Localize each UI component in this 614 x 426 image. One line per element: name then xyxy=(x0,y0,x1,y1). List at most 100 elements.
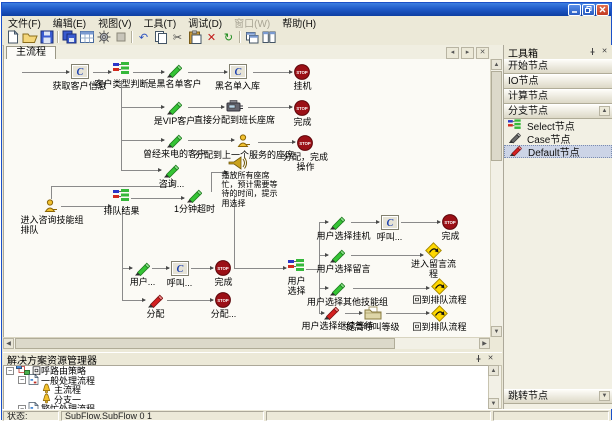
svg-text:STOP: STOP xyxy=(296,106,308,111)
menu-item-view[interactable]: 视图(V) xyxy=(92,15,137,30)
svg-text:STOP: STOP xyxy=(299,141,311,146)
connector-line xyxy=(122,268,132,269)
connector-line xyxy=(188,140,234,141)
menu-item-help[interactable]: 帮助(H) xyxy=(276,15,322,30)
scroll-up-icon[interactable]: ▲ xyxy=(491,59,502,70)
restore-icon[interactable] xyxy=(582,4,595,16)
toolbox-scroll-down-icon[interactable]: ▼ xyxy=(599,391,610,401)
copy-icon[interactable] xyxy=(152,30,169,45)
window-tile-icon[interactable] xyxy=(260,30,277,45)
svg-text:STOP: STOP xyxy=(217,298,229,303)
pin-icon[interactable] xyxy=(473,354,484,364)
cut-icon[interactable]: ✂ xyxy=(169,30,186,45)
open-folder-icon[interactable] xyxy=(21,30,38,45)
toolbox-category-4[interactable]: 分支节点▲ xyxy=(504,104,612,119)
connector-line xyxy=(131,198,184,199)
svg-text:C: C xyxy=(77,67,84,78)
refresh-icon[interactable]: ↻ xyxy=(220,30,237,45)
flow-node-label: 是VIP客户 xyxy=(154,116,196,126)
close-icon[interactable] xyxy=(596,4,609,16)
connector-line xyxy=(401,222,440,223)
toolbox-category-jump[interactable]: 跳转节点▼ xyxy=(504,389,612,404)
tree-expander-icon[interactable]: − xyxy=(18,376,26,384)
scroll-left-icon[interactable]: ◀ xyxy=(3,338,14,349)
tab-scroll-right-icon[interactable]: ▸ xyxy=(461,47,474,59)
project-properties-icon[interactable] xyxy=(78,30,95,45)
flowdoc-icon xyxy=(28,402,39,409)
flow-node-label: 完成 xyxy=(441,231,459,241)
close-panel-icon[interactable]: ✕ xyxy=(485,354,496,364)
scrollbar-corner xyxy=(490,337,502,349)
flow-node-label: 用户选择留言 xyxy=(316,264,370,274)
connector-line xyxy=(351,222,379,223)
toolbar-separator xyxy=(131,31,133,43)
flowchart-canvas[interactable]: C获取客户信息客户类型判断是黑名单客户C黑名单入库STOP挂机是VIP客户直接分… xyxy=(3,59,491,337)
flow-node-label: 呼叫... xyxy=(377,232,403,242)
status-cell-1: 状态: xyxy=(3,411,59,421)
flow-node-label: 回到排队流程 xyxy=(412,322,466,332)
new-file-icon[interactable] xyxy=(4,30,21,45)
pin-icon[interactable] xyxy=(587,47,598,57)
connector-line xyxy=(167,300,213,301)
scroll-up-icon[interactable]: ▲ xyxy=(488,365,499,376)
svg-text:C: C xyxy=(235,67,242,78)
explorer-scrollbar[interactable]: ▲ ▼ xyxy=(488,365,502,409)
undo-icon[interactable]: ↶ xyxy=(135,30,152,45)
tab-close-icon[interactable]: ✕ xyxy=(476,47,489,59)
save-icon[interactable] xyxy=(38,30,55,45)
flow-node-label: 直接分配到班长座席 xyxy=(194,115,275,125)
tab-main-flow[interactable]: 主流程 xyxy=(6,46,56,59)
flow-node-label: 分配，完成操作 xyxy=(282,152,330,173)
connector-line xyxy=(22,72,69,73)
toolbox-category-3[interactable]: 计算节点 xyxy=(504,89,612,104)
build-icon[interactable] xyxy=(95,30,112,45)
flow-node-label: 分配... xyxy=(211,309,237,319)
paste-icon[interactable] xyxy=(186,30,203,45)
select-icon xyxy=(288,259,304,277)
connector-line xyxy=(253,72,292,73)
stop-icon[interactable] xyxy=(112,30,129,45)
flow-node-label: 排队结果 xyxy=(103,206,139,216)
toolbox-scroll-up-icon[interactable]: ▲ xyxy=(599,106,610,116)
horizontal-scroll-thumb[interactable] xyxy=(15,338,395,349)
toolbar-separator xyxy=(239,31,241,43)
pen-red-icon xyxy=(509,142,525,161)
select-icon xyxy=(113,189,129,207)
app-window: 文件(F)编辑(E)视图(V)工具(T)调试(D)窗口(W)帮助(H) ↶✂✕↻… xyxy=(1,2,612,420)
flow-node-label: 是黑名单客户 xyxy=(147,79,201,89)
svg-text:C: C xyxy=(177,264,184,275)
scroll-right-icon[interactable]: ▶ xyxy=(479,338,490,349)
flow-node-label: 回到排队流程 xyxy=(412,295,466,305)
connector-line xyxy=(122,300,145,301)
menu-item-window[interactable]: 窗口(W) xyxy=(228,15,276,30)
minimize-icon[interactable] xyxy=(568,4,581,16)
menu-item-file[interactable]: 文件(F) xyxy=(2,15,47,30)
toolbox-category-2[interactable]: IO节点 xyxy=(504,74,612,89)
connector-line xyxy=(248,107,292,108)
toolbox-category-1[interactable]: 开始节点 xyxy=(504,59,612,74)
connector-line xyxy=(188,72,227,73)
tree-expander-icon[interactable]: − xyxy=(6,367,14,375)
menu-item-edit[interactable]: 编辑(E) xyxy=(47,15,92,30)
canvas-vertical-scrollbar[interactable]: ▲ ▼ xyxy=(490,59,503,337)
vertical-scroll-thumb[interactable] xyxy=(491,71,502,161)
connector-line xyxy=(188,107,224,108)
svg-text:STOP: STOP xyxy=(444,220,456,225)
scroll-down-icon[interactable]: ▼ xyxy=(491,326,502,337)
save-all-icon[interactable] xyxy=(61,30,78,45)
scroll-down-icon[interactable]: ▼ xyxy=(488,398,499,409)
close-panel-icon[interactable]: ✕ xyxy=(599,47,610,57)
connector-line xyxy=(121,140,164,141)
flow-node-label: 进入咨询技能组排队 xyxy=(21,215,87,236)
connector-line xyxy=(121,170,161,171)
connector-line xyxy=(152,268,169,269)
tab-scroll-left-icon[interactable]: ◂ xyxy=(446,47,459,59)
menu-item-tools[interactable]: 工具(T) xyxy=(137,15,182,30)
tree-item-label: 繁忙处理流程 xyxy=(41,402,95,409)
delete-icon[interactable]: ✕ xyxy=(203,30,220,45)
toolbox-item-label: Default节点 xyxy=(528,144,580,159)
window-cascade-icon[interactable] xyxy=(243,30,260,45)
toolbox-item-default-[interactable]: Default节点 xyxy=(504,145,612,158)
connector-line xyxy=(121,107,164,108)
menu-item-debug[interactable]: 调试(D) xyxy=(182,15,228,30)
